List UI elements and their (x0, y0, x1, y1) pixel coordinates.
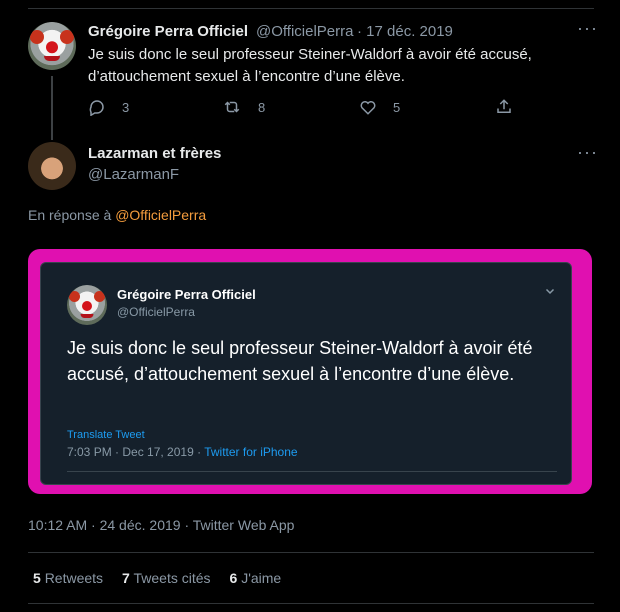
divider (28, 552, 594, 553)
main-author-handle[interactable]: @LazarmanF (88, 166, 179, 183)
reply-prefix: En réponse à (28, 207, 112, 223)
tweet-stats: 5 Retweets 7 Tweets cités 6 J'aime (33, 570, 281, 586)
quotes-stat[interactable]: 7 Tweets cités (122, 570, 210, 586)
avatar[interactable] (28, 142, 76, 190)
heart-icon (360, 101, 376, 115)
parent-tweet-text: Je suis donc le seul professeur Steiner-… (88, 46, 532, 85)
retweet-button[interactable]: 8 (222, 98, 265, 116)
embedded-tweet-image[interactable]: Grégoire Perra Officiel @OfficielPerra J… (40, 262, 572, 485)
likes-stat[interactable]: 6 J'aime (230, 570, 282, 586)
avatar (67, 285, 107, 325)
retweet-count: 8 (258, 99, 266, 115)
retweet-icon (224, 101, 240, 113)
embedded-tweet-text: Je suis donc le seul professeur Steiner-… (67, 338, 533, 384)
like-button[interactable]: 5 (359, 98, 400, 116)
avatar[interactable] (28, 22, 76, 70)
reply-context: En réponse à @OfficielPerra (28, 207, 206, 223)
like-count: 5 (393, 99, 401, 115)
parent-date[interactable]: · 17 déc. 2019 (357, 23, 453, 40)
embedded-author-handle: @OfficielPerra (117, 305, 195, 319)
parent-author-handle[interactable]: @OfficielPerra (256, 23, 353, 40)
reply-mention-link[interactable]: @OfficielPerra (115, 207, 206, 223)
retweets-stat[interactable]: 5 Retweets (33, 570, 103, 586)
embedded-meta: 7:03 PM · Dec 17, 2019 · Twitter for iPh… (67, 445, 298, 459)
quotes-label: Tweets cités (133, 570, 211, 586)
quotes-count: 7 (122, 570, 130, 586)
embedded-time: 7:03 PM · Dec 17, 2019 · (67, 445, 205, 459)
reply-count: 3 (122, 99, 130, 115)
embedded-translate-label: Translate Tweet (67, 429, 145, 441)
reply-button[interactable]: 3 (88, 98, 129, 116)
embedded-divider (67, 471, 557, 472)
retweets-label: Retweets (44, 570, 104, 586)
more-options-icon[interactable]: ··· (577, 18, 598, 39)
retweets-count: 5 (33, 570, 41, 586)
embedded-source: Twitter for iPhone (204, 445, 298, 459)
embedded-author-name: Grégoire Perra Officiel (117, 287, 256, 302)
parent-author-name[interactable]: Grégoire Perra Officiel (88, 23, 248, 40)
share-icon (497, 99, 511, 113)
thread-connector (51, 76, 53, 140)
more-options-icon[interactable]: ··· (577, 142, 598, 163)
likes-label: J'aime (241, 570, 282, 586)
main-author-name[interactable]: Lazarman et frères (88, 145, 221, 162)
share-button[interactable] (495, 98, 529, 116)
tweet-timestamp[interactable]: 10:12 AM · 24 déc. 2019 · Twitter Web Ap… (28, 517, 294, 533)
likes-count: 6 (229, 570, 238, 586)
chevron-down-icon (544, 285, 556, 300)
divider (28, 603, 594, 604)
reply-icon (89, 100, 104, 116)
top-divider (28, 8, 594, 9)
